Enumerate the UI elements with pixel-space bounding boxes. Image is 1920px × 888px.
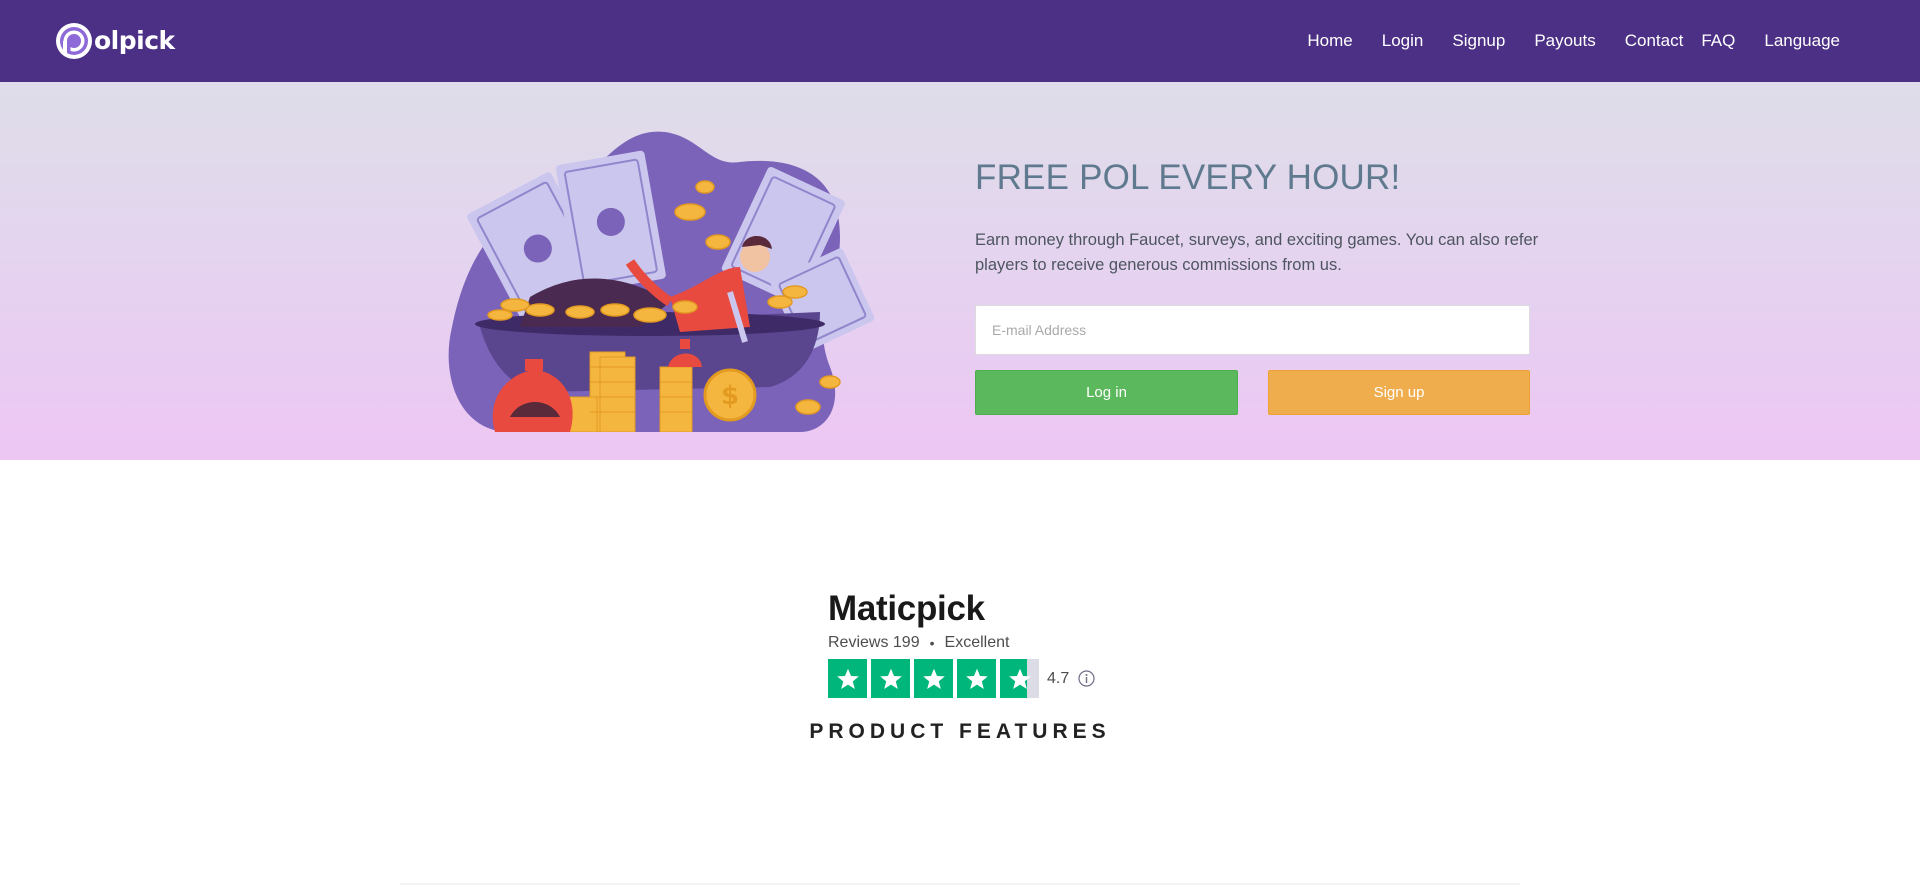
nav-faq[interactable]: FAQ xyxy=(1701,31,1735,51)
signup-button[interactable]: Sign up xyxy=(1268,370,1530,415)
hero-title: FREE POL EVERY HOUR! xyxy=(975,158,1401,197)
nav-payouts[interactable]: Payouts xyxy=(1534,31,1595,51)
star-icon xyxy=(957,659,996,698)
logo-text: olpick xyxy=(94,26,175,55)
money-bathtub-illustration: $ xyxy=(448,131,875,432)
nav-contact[interactable]: Contact xyxy=(1625,31,1684,51)
star-rating xyxy=(828,659,1043,698)
rating-row: 4.7 xyxy=(828,659,1128,698)
hero-description: Earn money through Faucet, surveys, and … xyxy=(975,231,1539,274)
svg-text:$: $ xyxy=(721,381,739,411)
meta-separator: • xyxy=(929,635,935,651)
email-input[interactable] xyxy=(975,305,1530,355)
nav-language[interactable]: Language xyxy=(1764,31,1840,51)
star-icon xyxy=(914,659,953,698)
nav-login[interactable]: Login xyxy=(1382,31,1424,51)
review-count: Reviews 199 xyxy=(828,634,920,651)
section-divider xyxy=(400,883,1520,885)
rating-label: Excellent xyxy=(944,634,1010,651)
trustpilot-widget[interactable]: Maticpick Reviews 199 • Excellent 4.7 xyxy=(828,588,1128,698)
star-icon xyxy=(1000,659,1039,698)
site-logo[interactable]: olpick xyxy=(55,22,175,60)
star-icon xyxy=(828,659,867,698)
hero-section: $ FREE POL EVERY HOUR! Earn money throug… xyxy=(0,82,1920,460)
top-navbar: olpick Home Login Signup Payouts Contact… xyxy=(0,0,1920,82)
logo-icon xyxy=(56,23,92,59)
features-heading: PRODUCT FEATURES xyxy=(809,720,1111,743)
login-button[interactable]: Log in xyxy=(975,370,1238,415)
rating-score: 4.7 xyxy=(1047,669,1070,687)
business-name: Maticpick xyxy=(828,589,985,628)
nav-links: Home Login Signup Payouts Contact FAQ La… xyxy=(1278,0,1840,82)
review-meta: Reviews 199 • Excellent xyxy=(828,634,1128,652)
nav-signup[interactable]: Signup xyxy=(1452,31,1505,51)
nav-home[interactable]: Home xyxy=(1307,31,1352,51)
star-icon xyxy=(871,659,910,698)
info-icon[interactable] xyxy=(1078,670,1095,687)
